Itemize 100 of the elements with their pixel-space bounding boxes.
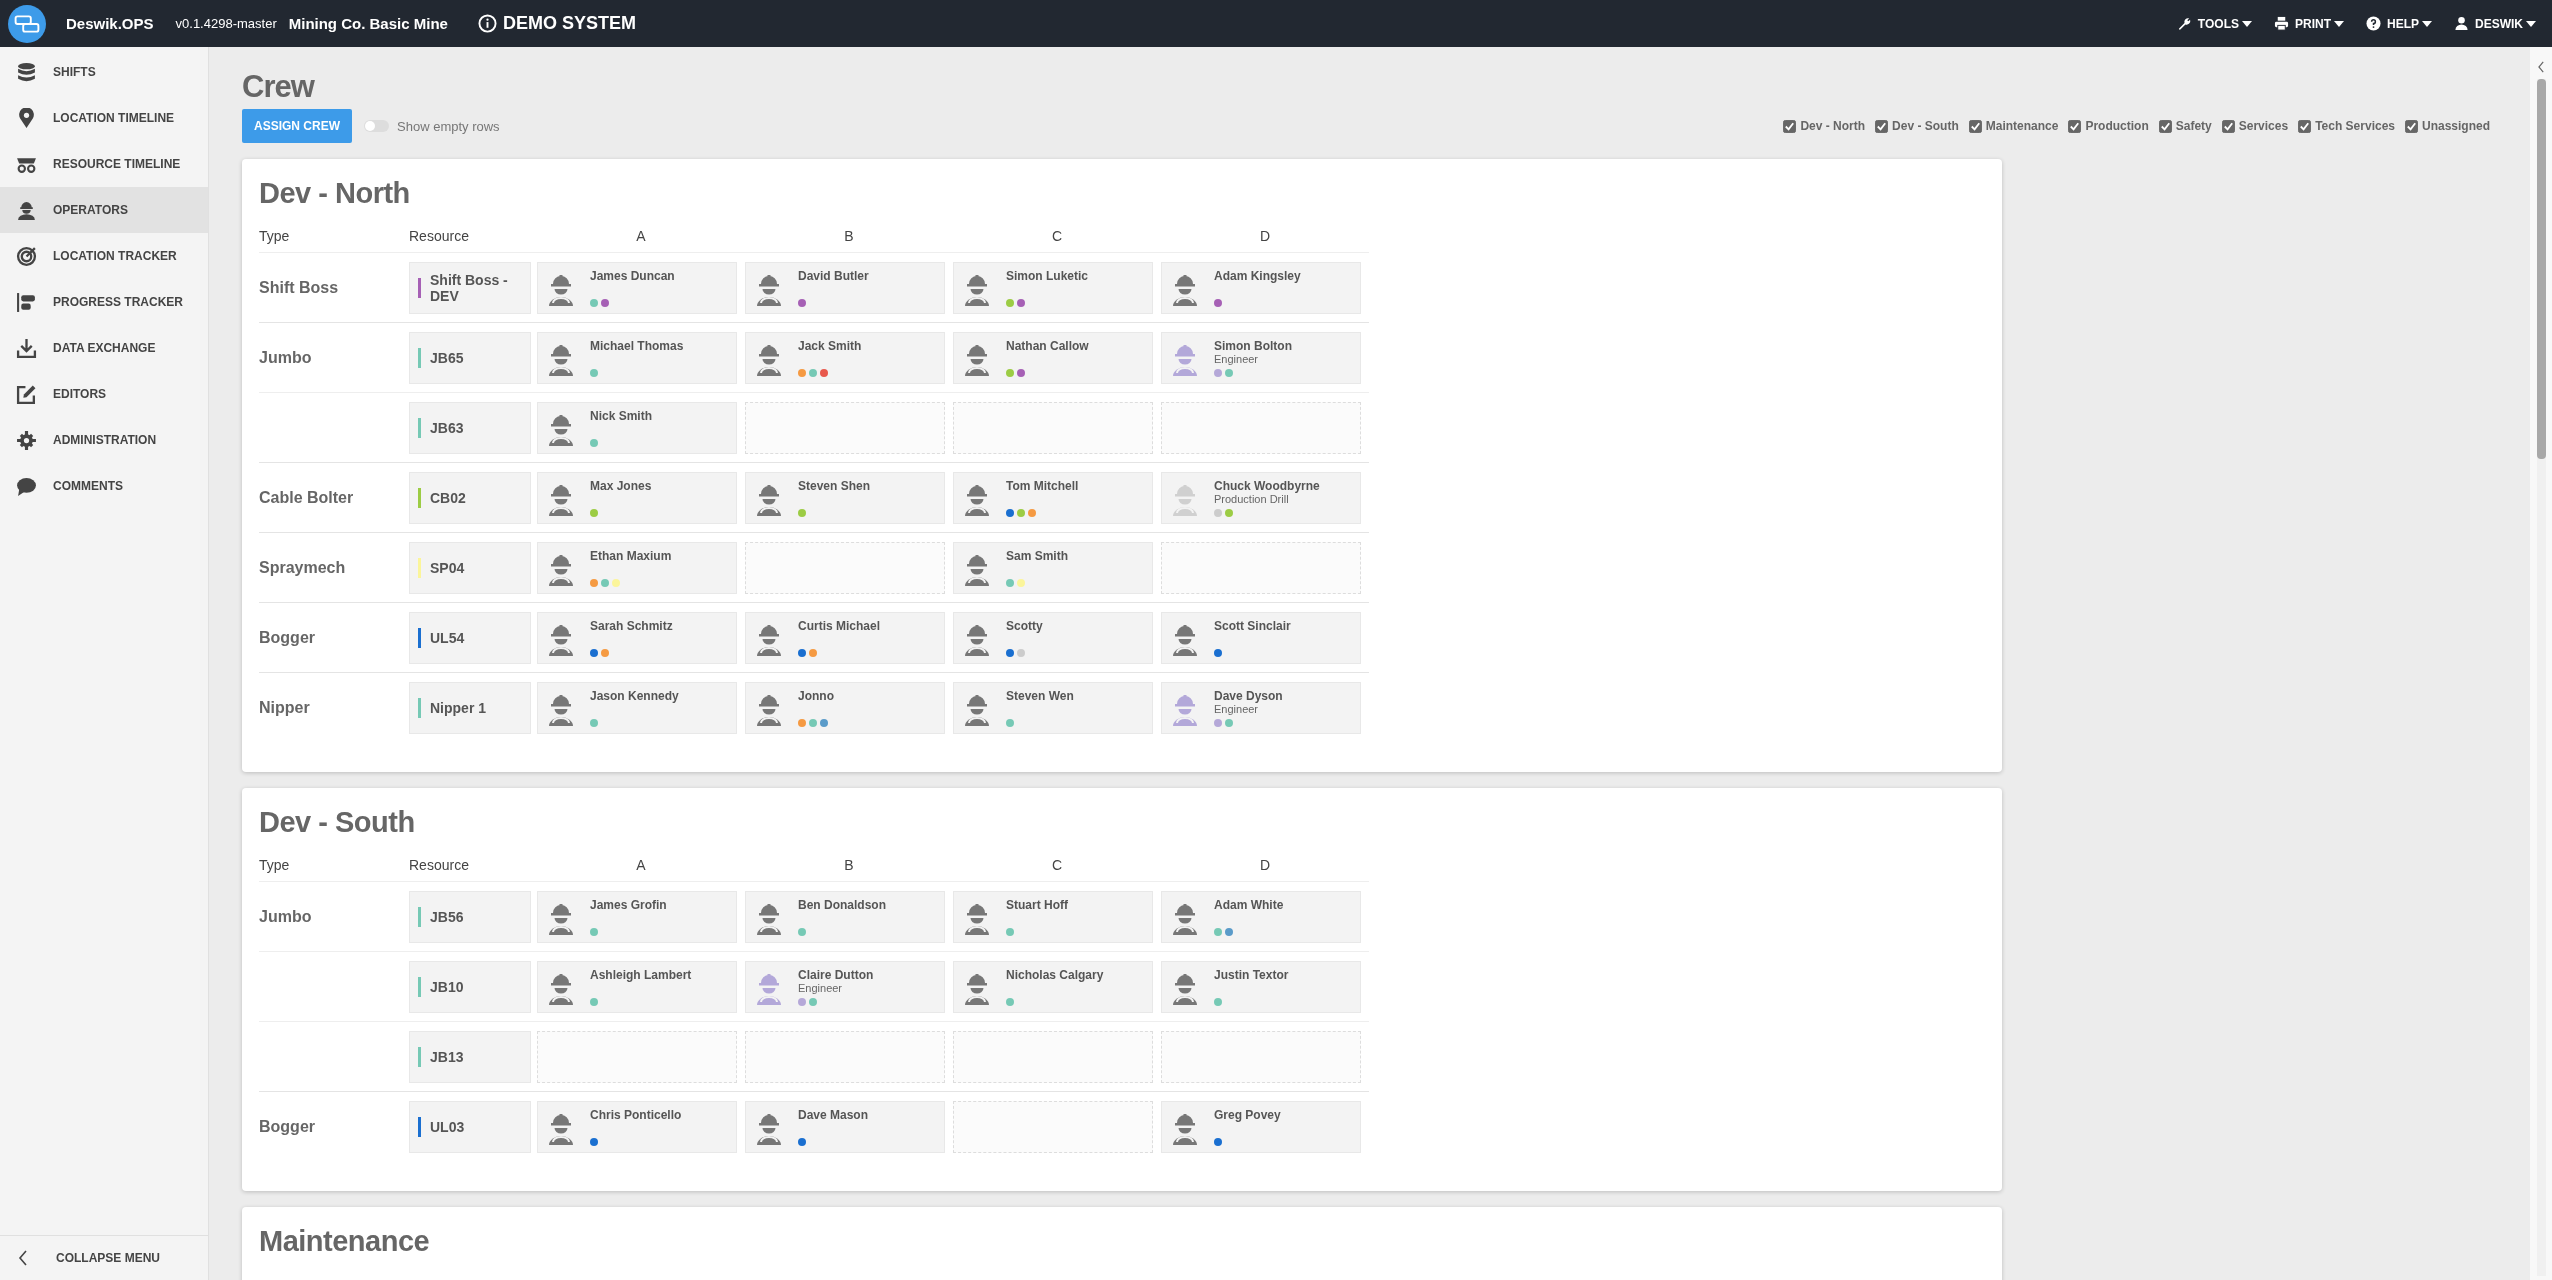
operator-name: Dave Dyson xyxy=(1214,688,1283,703)
demo-system-label: DEMO SYSTEM xyxy=(502,13,636,34)
resource-tile[interactable]: UL03 xyxy=(409,1100,531,1153)
operator-tile[interactable]: Chuck Woodbyrne Production Drill xyxy=(1161,471,1361,524)
operator-tile[interactable]: Ashleigh Lambert xyxy=(537,960,737,1013)
top-menu[interactable]: PRINT xyxy=(2272,12,2346,35)
resource-tile[interactable]: JB56 xyxy=(409,890,531,943)
empty-slot[interactable] xyxy=(953,1030,1153,1083)
resource-name: Shift Boss - DEV xyxy=(430,271,509,304)
resource-name: CB02 xyxy=(430,489,466,506)
operator-tile[interactable]: Nathan Callow xyxy=(953,331,1153,384)
operator-tile[interactable]: Steven Shen xyxy=(745,471,945,524)
operator-tile[interactable]: Scotty xyxy=(953,611,1153,664)
operator-tile[interactable]: Jonno xyxy=(745,681,945,734)
operator-tile[interactable]: James Duncan xyxy=(537,261,737,314)
operator-tile[interactable]: James Grofin xyxy=(537,890,737,943)
checkbox[interactable] xyxy=(1968,119,1982,133)
operator-tile[interactable]: Sarah Schmitz xyxy=(537,611,737,664)
sidebar-item[interactable]: OPERATORS xyxy=(0,187,208,233)
column-header: Resource xyxy=(409,857,469,873)
operator-tile[interactable]: Simon Luketic xyxy=(953,261,1153,314)
operator-tile[interactable]: Dave Mason xyxy=(745,1100,945,1153)
checkbox[interactable] xyxy=(1875,119,1889,133)
operator-tile[interactable]: Jason Kennedy xyxy=(537,681,737,734)
checkbox[interactable] xyxy=(2405,119,2418,133)
top-menu[interactable]: TOOLS xyxy=(2174,12,2254,35)
app-name: Deswik.OPS xyxy=(66,15,154,32)
resource-tile[interactable]: Shift Boss - DEV xyxy=(409,261,531,314)
target-icon xyxy=(16,245,37,267)
resource-tile[interactable]: Nipper 1 xyxy=(409,681,531,734)
resource-name: JB13 xyxy=(430,1048,464,1065)
checkbox[interactable] xyxy=(1783,119,1797,133)
top-menu[interactable]: HELP xyxy=(2364,12,2434,35)
operator-name: Nick Smith xyxy=(590,408,652,423)
empty-slot[interactable] xyxy=(1161,401,1361,454)
operator-tile[interactable]: Max Jones xyxy=(537,471,737,524)
sidebar-item[interactable]: LOCATION TIMELINE xyxy=(0,95,208,141)
empty-slot[interactable] xyxy=(1161,1030,1361,1083)
sidebar-item[interactable]: ADMINISTRATION xyxy=(0,417,208,463)
operator-tile[interactable]: Nicholas Calgary xyxy=(953,960,1153,1013)
checkbox[interactable] xyxy=(2298,119,2312,133)
resource-tile[interactable]: UL54 xyxy=(409,611,531,664)
operator-tile[interactable]: Scott Sinclair xyxy=(1161,611,1361,664)
operator-tile[interactable]: Steven Wen xyxy=(953,681,1153,734)
operator-tile[interactable]: Claire Dutton Engineer xyxy=(745,960,945,1013)
checkbox[interactable] xyxy=(2221,119,2235,133)
top-menu[interactable]: DESWIK xyxy=(2452,12,2538,35)
resource-name: JB65 xyxy=(430,349,464,366)
operator-tile[interactable]: Jack Smith xyxy=(745,331,945,384)
empty-slot[interactable] xyxy=(745,541,945,594)
operator-tile[interactable]: Chris Ponticello xyxy=(537,1100,737,1153)
sidebar-item[interactable]: SHIFTS xyxy=(0,49,208,95)
empty-slot[interactable] xyxy=(745,1030,945,1083)
operator-tile[interactable]: Ben Donaldson xyxy=(745,890,945,943)
operator-tile[interactable]: Curtis Michael xyxy=(745,611,945,664)
resource-tile[interactable]: JB10 xyxy=(409,960,531,1013)
operator-tile[interactable]: Michael Thomas xyxy=(537,331,737,384)
help-icon xyxy=(2366,16,2381,31)
site-name: Mining Co. Basic Mine xyxy=(288,15,448,32)
empty-slot[interactable] xyxy=(537,1030,737,1083)
collapse-menu-button[interactable]: COLLAPSE MENU xyxy=(0,1235,208,1280)
resource-tile[interactable]: CB02 xyxy=(409,471,531,524)
scrollbar[interactable] xyxy=(2536,79,2546,1276)
resource-tile[interactable]: JB13 xyxy=(409,1030,531,1083)
operator-tile[interactable]: Nick Smith xyxy=(537,401,737,454)
empty-slot[interactable] xyxy=(953,401,1153,454)
sidebar-item[interactable]: EDITORS xyxy=(0,371,208,417)
checkbox[interactable] xyxy=(2068,119,2082,133)
sidebar-item[interactable]: LOCATION TRACKER xyxy=(0,233,208,279)
operator-tile[interactable]: Justin Textor xyxy=(1161,960,1361,1013)
operator-tile[interactable]: David Butler xyxy=(745,261,945,314)
sidebar-item[interactable]: RESOURCE TIMELINE xyxy=(0,141,208,187)
empty-slot[interactable] xyxy=(745,401,945,454)
sidebar-item[interactable]: PROGRESS TRACKER xyxy=(0,279,208,325)
sidebar-item[interactable]: COMMENTS xyxy=(0,463,208,509)
operator-tile[interactable]: Adam Kingsley xyxy=(1161,261,1361,314)
operator-tile[interactable]: Dave Dyson Engineer xyxy=(1161,681,1361,734)
operator-tile[interactable]: Simon Bolton Engineer xyxy=(1161,331,1361,384)
operator-name: Sam Smith xyxy=(1006,548,1068,563)
sidebar-item[interactable]: DATA EXCHANGE xyxy=(0,325,208,371)
operator-role: Production Drill xyxy=(1214,492,1289,505)
operator-tile[interactable]: Adam White xyxy=(1161,890,1361,943)
operator-name: Chris Ponticello xyxy=(590,1107,682,1122)
operator-tile[interactable]: Tom Mitchell xyxy=(953,471,1153,524)
resource-tile[interactable]: JB65 xyxy=(409,331,531,384)
operator-tile[interactable]: Sam Smith xyxy=(953,541,1153,594)
user-icon xyxy=(2454,16,2469,31)
chevron-left-icon[interactable] xyxy=(2536,61,2546,73)
checkbox[interactable] xyxy=(2158,119,2172,133)
operator-tile[interactable]: Greg Povey xyxy=(1161,1100,1361,1153)
toggle-switch[interactable] xyxy=(364,120,389,132)
operator-name: Adam White xyxy=(1214,897,1284,912)
resource-tile[interactable]: SP04 xyxy=(409,541,531,594)
empty-slot[interactable] xyxy=(953,1100,1153,1153)
operator-tile[interactable]: Stuart Hoff xyxy=(953,890,1153,943)
operator-tile[interactable]: Ethan Maxium xyxy=(537,541,737,594)
settings-icon xyxy=(16,429,37,451)
resource-tile[interactable]: JB63 xyxy=(409,401,531,454)
empty-slot[interactable] xyxy=(1161,541,1361,594)
app-logo-icon[interactable] xyxy=(8,4,46,43)
